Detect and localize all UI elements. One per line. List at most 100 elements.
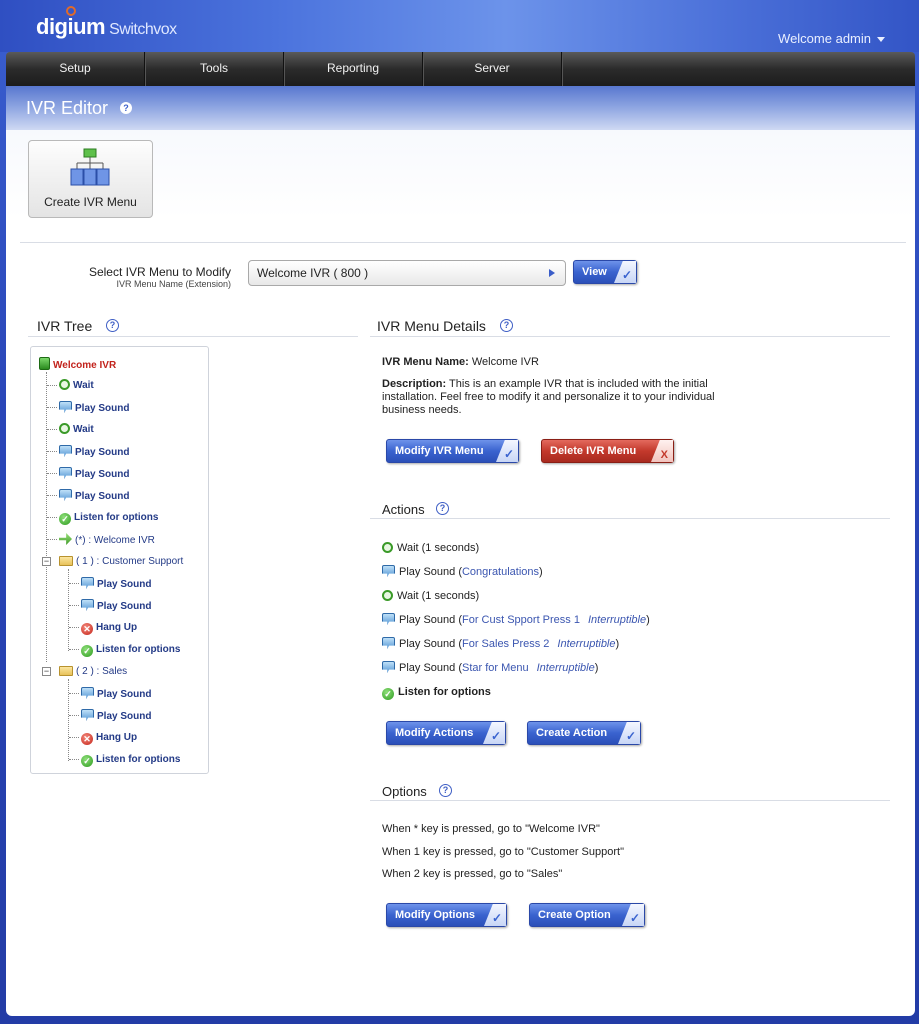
help-icon[interactable]: ? [436,502,449,515]
tree-node[interactable]: ✓ Listen for options [81,643,180,657]
tree-node[interactable]: Wait [59,423,94,437]
collapse-toggle[interactable]: − [42,667,51,676]
create-action-button[interactable]: Create Action ✓ [527,721,641,745]
tree-node-label: Play Sound [97,579,152,590]
tree-node[interactable]: Play Sound [81,687,151,701]
tree-node[interactable]: ✕ Hang Up [81,731,137,745]
tree-node[interactable]: Play Sound [59,401,129,415]
checkmark-icon: ✓ [503,447,514,461]
hang-up-icon: ✕ [81,623,93,635]
page-title: IVR Editor [26,98,109,118]
create-option-label: Create Option [538,909,611,921]
tree-node-label: Play Sound [75,469,130,480]
tree-branch [47,517,57,518]
action-row[interactable]: Play Sound (For Sales Press 2 Interruptib… [382,637,619,651]
ivr-menu-select[interactable]: Welcome IVR ( 800 ) [248,260,566,286]
action-close: ) [594,662,599,674]
action-text: Listen for options [398,686,491,698]
create-action-label: Create Action [536,727,608,739]
main-nav: Setup Tools Reporting Server [6,52,915,86]
delete-ivr-menu-button[interactable]: Delete IVR Menu X [541,439,674,463]
tree-node-label: Play Sound [75,403,130,414]
divider [370,518,890,519]
ivr-name-row: IVR Menu Name: Welcome IVR [382,356,539,368]
tree-branch [47,385,57,386]
nav-item-reporting[interactable]: Reporting [284,52,423,86]
tree-node[interactable]: ✓ Listen for options [81,753,180,767]
action-param: For Sales Press 2 [461,638,550,650]
nav-item-server[interactable]: Server [423,52,562,86]
action-row[interactable]: ✓ Listen for options [382,685,491,700]
help-icon[interactable]: ? [106,319,119,332]
tree-branch [47,539,57,540]
hang-up-icon: ✕ [81,733,93,745]
tree-node[interactable]: Play Sound [81,577,151,591]
clock-icon [59,379,70,390]
create-ivr-menu-button[interactable]: Create IVR Menu [28,140,153,218]
checkmark-icon: ✓ [625,729,636,743]
create-option-button[interactable]: Create Option ✓ [529,903,645,927]
product-name: Switchvox [109,21,177,38]
tree-node[interactable]: Play Sound [81,709,151,723]
action-close: ) [539,566,543,578]
select-ivr-label: Select IVR Menu to Modify IVR Menu Name … [89,265,231,289]
tree-folder-label: ( 1 ) : Customer Support [76,556,184,567]
tree-node[interactable]: Play Sound [81,599,151,613]
help-icon[interactable]: ? [120,102,132,114]
logo: digium Switchvox [36,6,177,40]
action-row[interactable]: Play Sound (For Cust Spport Press 1 Inter… [382,613,650,627]
user-menu[interactable]: Welcome admin [778,31,885,46]
folder-icon [59,556,73,566]
tree-node[interactable]: Play Sound [59,467,129,481]
option-row: When 1 key is pressed, go to "Customer S… [382,846,624,858]
tree-branch [69,693,79,694]
action-row[interactable]: Play Sound (Congratulations) [382,565,543,579]
collapse-toggle[interactable]: − [42,557,51,566]
action-row[interactable]: Play Sound (Star for Menu Interruptible) [382,661,598,675]
logo-mark [66,6,76,16]
ivr-root-icon [39,357,50,370]
tree-root[interactable]: Welcome IVR [39,357,116,371]
action-text: Play Sound ( [399,614,462,626]
help-icon[interactable]: ? [500,319,513,332]
ivr-menu-select-value: Welcome IVR ( 800 ) [257,266,369,280]
checkmark-circle-icon: ✓ [59,513,71,525]
tree-node[interactable]: Play Sound [59,489,129,503]
ivr-tree: Welcome IVR Wait Play Sound Wait Play So… [30,346,209,774]
option-row: When * key is pressed, go to "Welcome IV… [382,823,600,835]
checkmark-circle-icon: ✓ [382,688,394,700]
tree-guide [68,679,69,761]
help-icon[interactable]: ? [439,784,452,797]
ivr-name-value: Welcome IVR [471,356,539,368]
play-arrow-icon [549,269,555,277]
tree-folder-customer-support[interactable]: ( 1 ) : Customer Support [59,555,183,569]
modify-options-button[interactable]: Modify Options ✓ [386,903,507,927]
view-button[interactable]: View ✓ [573,260,637,284]
action-interruptible: Interruptible [536,662,595,674]
action-text: Wait (1 seconds) [397,590,480,602]
tree-branch [69,605,79,606]
nav-item-setup[interactable]: Setup [6,52,145,86]
checkmark-icon: ✓ [629,911,640,925]
action-text: Play Sound ( [399,638,462,650]
action-row[interactable]: Wait (1 seconds) [382,589,479,603]
checkmark-circle-icon: ✓ [81,645,93,657]
tree-node[interactable]: ✓ Listen for options [59,511,158,525]
modify-actions-button[interactable]: Modify Actions ✓ [386,721,506,745]
create-ivr-menu-label: Create IVR Menu [44,195,137,209]
tree-folder-sales[interactable]: ( 2 ) : Sales [59,665,127,679]
modify-ivr-menu-button[interactable]: Modify IVR Menu ✓ [386,439,519,463]
action-row[interactable]: Wait (1 seconds) [382,541,479,555]
tree-node[interactable]: Wait [59,379,94,393]
tree-node-label: Play Sound [75,447,130,458]
nav-item-tools[interactable]: Tools [145,52,284,86]
modify-actions-label: Modify Actions [395,727,474,739]
tree-node[interactable]: (*) : Welcome IVR [59,533,155,547]
logo-text: digium [36,14,106,39]
tree-node[interactable]: Play Sound [59,445,129,459]
tree-branch [69,737,79,738]
tree-node[interactable]: ✕ Hang Up [81,621,137,635]
checkmark-icon: ✓ [621,268,632,282]
tree-node-label: Listen for options [96,754,181,765]
welcome-text: Welcome admin [778,31,871,46]
